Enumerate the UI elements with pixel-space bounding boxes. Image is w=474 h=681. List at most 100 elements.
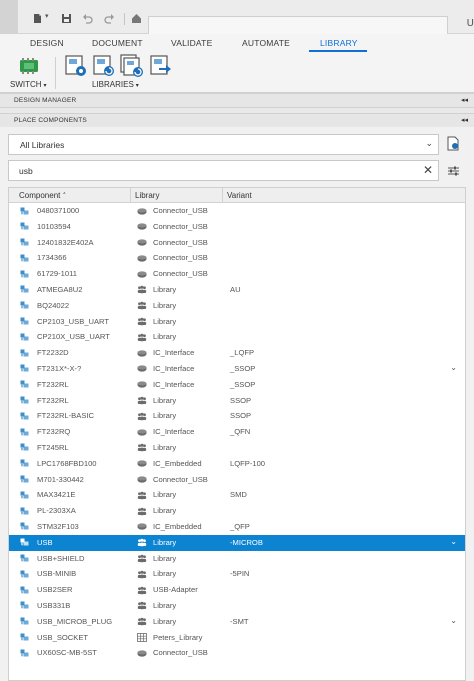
ribbon-group-divider: [55, 57, 56, 89]
save-icon[interactable]: [61, 13, 72, 24]
component-name: USB_MICROB_PLUG: [37, 616, 113, 626]
column-header-variant[interactable]: Variant: [227, 191, 252, 200]
home-icon[interactable]: [131, 13, 142, 24]
component-name: USB+SHIELD: [37, 553, 85, 563]
switch-button[interactable]: SWITCH ▾: [10, 80, 46, 89]
component-name: FT231X*-X-?: [37, 363, 82, 373]
filter-settings-icon[interactable]: [447, 165, 460, 177]
clear-search-icon[interactable]: ✕: [423, 163, 433, 177]
table-row[interactable]: FT232RQ IC_Interface _QFN: [9, 424, 465, 440]
table-row[interactable]: ATMEGA8U2 Library AU: [9, 282, 465, 298]
tab-automate[interactable]: AUTOMATE: [242, 38, 290, 48]
table-row[interactable]: 61729-1011 Connector_USB: [9, 266, 465, 282]
library-name: Connector_USB: [153, 221, 208, 231]
table-row[interactable]: CP2103_USB_UART Library: [9, 314, 465, 330]
chip-icon: [137, 350, 147, 357]
component-name: M701-330442: [37, 474, 84, 484]
table-row[interactable]: FT232RL-BASIC Library SSOP: [9, 408, 465, 424]
table-row[interactable]: USB Library -MICROB ⌄: [9, 534, 465, 551]
place-components-header[interactable]: PLACE COMPONENTS ◂◂: [0, 113, 474, 128]
library-export-icon[interactable]: [149, 54, 173, 78]
library-update-all-icon[interactable]: [120, 54, 144, 78]
component-name: USB2SER: [37, 585, 73, 595]
undo-icon[interactable]: [82, 13, 93, 24]
switch-icon[interactable]: [17, 56, 41, 76]
libraries-menu[interactable]: LIBRARIES ▾: [92, 80, 139, 89]
document-settings-icon[interactable]: [447, 136, 460, 151]
component-icon: [20, 317, 29, 325]
switch-label: SWITCH: [10, 80, 42, 89]
table-row[interactable]: MAX3421E Library SMD: [9, 487, 465, 503]
table-row[interactable]: M701-330442 Connector_USB: [9, 472, 465, 488]
table-row[interactable]: FT245RL Library: [9, 440, 465, 456]
table-row[interactable]: USB331B Library: [9, 598, 465, 614]
table-row[interactable]: FT232RL IC_Interface _SSOP: [9, 377, 465, 393]
table-row[interactable]: FT2232D IC_Interface _LQFP: [9, 345, 465, 361]
tab-design[interactable]: DESIGN: [30, 38, 64, 48]
tab-document[interactable]: DOCUMENT: [92, 38, 143, 48]
library-filter-value: All Libraries: [20, 140, 65, 150]
users-icon: [137, 396, 147, 405]
app-menu-strip[interactable]: [0, 0, 18, 34]
table-row[interactable]: STM32F103 IC_Embedded _QFP: [9, 519, 465, 535]
search-value: usb: [19, 166, 33, 176]
file-dropdown-icon[interactable]: ▾: [45, 12, 56, 23]
title-bar-right-fragment: U: [466, 18, 474, 29]
table-row[interactable]: 1734366 Connector_USB: [9, 250, 465, 266]
variant-name: SMD: [230, 490, 247, 500]
library-filter-select[interactable]: All Libraries ⌄: [8, 134, 439, 155]
library-name: IC_Embedded: [153, 521, 202, 531]
library-manage-icon[interactable]: [64, 54, 88, 78]
sort-ascending-icon: ˄: [60, 192, 67, 200]
table-row[interactable]: USB2SER USB-Adapter: [9, 582, 465, 598]
table-row[interactable]: FT231X*-X-? IC_Interface _SSOP ⌄: [9, 361, 465, 377]
users-icon: [137, 301, 147, 310]
component-name: LPC1768FBD100: [37, 458, 97, 468]
tab-validate[interactable]: VALIDATE: [171, 38, 212, 48]
library-name: Library: [153, 537, 177, 547]
component-name: USB: [37, 537, 53, 547]
variant-dropdown-icon[interactable]: ⌄: [450, 616, 457, 625]
table-row[interactable]: CP210X_USB_UART Library: [9, 329, 465, 345]
column-divider[interactable]: [222, 188, 223, 203]
component-icon: [20, 207, 29, 214]
library-name: USB-Adapter: [153, 585, 198, 595]
component-icon: [20, 633, 29, 641]
library-update-icon[interactable]: [92, 54, 116, 78]
ribbon-panel: SWITCH ▾ LIBRARIES ▾: [0, 53, 474, 93]
table-row[interactable]: 12401832E402A Connector_USB: [9, 235, 465, 251]
document-tab[interactable]: [148, 16, 448, 34]
table-row[interactable]: 10103594 Connector_USB: [9, 219, 465, 235]
column-header-library[interactable]: Library: [135, 191, 159, 200]
component-name: PL-2303XA: [37, 506, 76, 516]
tab-library[interactable]: LIBRARY: [320, 38, 358, 48]
component-search-input[interactable]: usb ✕: [8, 160, 439, 181]
component-icon: [20, 428, 29, 436]
collapse-panel-icon[interactable]: ◂◂: [461, 96, 468, 104]
table-row[interactable]: USB_MICROB_PLUG Library -SMT ⌄: [9, 614, 465, 630]
table-row[interactable]: USB-MINIB Library -5PIN: [9, 566, 465, 582]
component-icon: [20, 586, 29, 594]
component-name: 61729-1011: [37, 269, 77, 279]
chip-icon: [137, 223, 147, 230]
table-row[interactable]: PL-2303XA Library: [9, 503, 465, 519]
table-row[interactable]: FT232RL Library SSOP: [9, 393, 465, 409]
file-icon[interactable]: [32, 13, 43, 24]
library-name: IC_Interface: [153, 427, 195, 437]
column-header-component[interactable]: Component ˄: [19, 191, 66, 200]
component-name: USB-MINIB: [37, 569, 77, 579]
chip-icon: [137, 523, 147, 531]
table-row[interactable]: 0480371000 Connector_USB: [9, 203, 465, 219]
table-row[interactable]: USB_SOCKET Peters_Library: [9, 630, 465, 646]
table-row[interactable]: LPC1768FBD100 IC_Embedded LQFP-100: [9, 456, 465, 472]
component-icon: [20, 364, 29, 372]
redo-icon[interactable]: [104, 13, 115, 24]
column-divider[interactable]: [130, 188, 131, 203]
design-manager-header[interactable]: DESIGN MANAGER ◂◂: [0, 93, 474, 108]
collapse-panel-icon[interactable]: ◂◂: [461, 116, 468, 124]
variant-dropdown-icon[interactable]: ⌄: [450, 537, 457, 546]
table-row[interactable]: USB+SHIELD Library: [9, 551, 465, 567]
variant-dropdown-icon[interactable]: ⌄: [450, 363, 457, 372]
table-row[interactable]: BQ24022 Library: [9, 298, 465, 314]
table-row[interactable]: UX60SC-MB-5ST Connector_USB: [9, 645, 465, 661]
